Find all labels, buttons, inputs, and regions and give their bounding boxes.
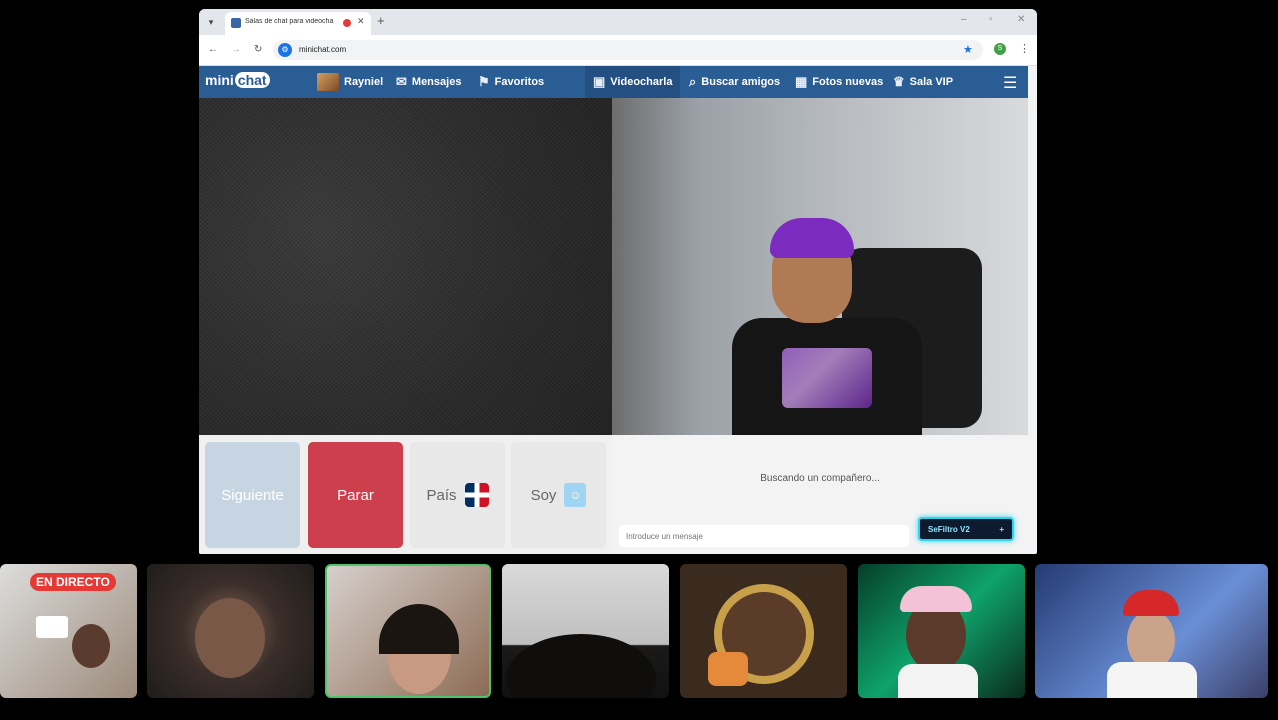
live-badge: EN DIRECTO xyxy=(30,573,116,591)
dominican-flag-icon xyxy=(464,483,489,507)
country-button[interactable]: País xyxy=(410,442,505,548)
site-info-icon[interactable]: ⚙ xyxy=(278,43,292,57)
nav-buscar-amigos[interactable]: ⌕ Buscar amigos xyxy=(689,66,780,98)
stream-thumbnail[interactable] xyxy=(502,564,669,698)
nav-videocharla[interactable]: ▣ Videocharla xyxy=(585,66,681,98)
plus-icon: + xyxy=(999,524,1004,534)
nav-favoritos[interactable]: ⚑ Favoritos xyxy=(478,66,544,98)
stream-thumbnail-selected[interactable] xyxy=(325,564,491,698)
browser-window: ▾ Salas de chat para videocha ✕ + – ▫ ✕ … xyxy=(199,9,1037,554)
new-tab-button[interactable]: + xyxy=(377,13,385,28)
video-chat-icon: ▣ xyxy=(593,74,606,89)
avatar xyxy=(317,73,339,91)
tab-title: Salas de chat para videocha xyxy=(245,18,334,25)
gender-button[interactable]: Soy ☺ xyxy=(511,442,606,548)
browser-tab[interactable]: Salas de chat para videocha ✕ xyxy=(225,12,371,35)
browser-menu-icon[interactable]: ⋮ xyxy=(1019,42,1030,55)
forward-icon[interactable]: → xyxy=(231,44,241,55)
nav-sala-vip[interactable]: ♛ Sala VIP xyxy=(893,66,953,98)
nav-fotos-nuevas[interactable]: ▦ Fotos nuevas xyxy=(795,66,883,98)
close-window-icon[interactable]: ✕ xyxy=(1017,14,1025,25)
next-button[interactable]: Siguiente xyxy=(205,442,300,548)
minichat-logo[interactable]: mini chat xyxy=(205,72,270,88)
back-icon[interactable]: ← xyxy=(208,44,218,55)
crown-icon: ♛ xyxy=(893,74,905,89)
tab-strip: ▾ Salas de chat para videocha ✕ + – ▫ ✕ xyxy=(199,9,1037,35)
bookmark-icon: ⚑ xyxy=(478,74,490,89)
screen-share-icon xyxy=(36,616,68,638)
tab-close-icon[interactable]: ✕ xyxy=(357,16,365,27)
stream-thumbnail[interactable] xyxy=(858,564,1025,698)
address-bar-row: ← → ↻ ⚙ minichat.com ★ S ⋮ xyxy=(199,35,1037,66)
stream-thumbnail[interactable]: EN DIRECTO xyxy=(0,564,137,698)
cat-icon xyxy=(708,652,748,686)
recording-icon xyxy=(343,19,351,27)
hamburger-menu-icon[interactable]: ☰ xyxy=(1003,73,1017,93)
reload-icon[interactable]: ↻ xyxy=(254,44,262,55)
partner-video-feed xyxy=(612,98,1028,435)
nav-profile[interactable]: Rayniel xyxy=(317,66,383,98)
partner-person xyxy=(732,208,932,435)
search-status: Buscando un compañero... xyxy=(760,473,880,484)
minimize-icon[interactable]: – xyxy=(961,14,967,25)
chat-controls: Siguiente Parar País Soy ☺ xyxy=(199,435,612,554)
favicon-icon xyxy=(231,18,241,28)
nav-mensajes[interactable]: ✉ Mensajes xyxy=(396,66,461,98)
grid-icon: ▦ xyxy=(795,74,808,89)
search-icon: ⌕ xyxy=(689,74,697,89)
stream-thumbnail[interactable] xyxy=(147,564,314,698)
maximize-icon[interactable]: ▫ xyxy=(989,14,993,25)
message-input[interactable] xyxy=(619,525,909,547)
local-video-feed xyxy=(199,98,612,435)
filter-button[interactable]: SeFiltro V2 + xyxy=(918,517,1014,541)
bookmark-star-icon[interactable]: ★ xyxy=(963,43,973,56)
profile-avatar[interactable]: S xyxy=(994,43,1006,55)
url-field[interactable]: ⚙ minichat.com xyxy=(273,40,983,60)
stream-thumbnail[interactable] xyxy=(680,564,847,698)
chat-panel: Buscando un compañero... SeFiltro V2 + xyxy=(612,435,1028,554)
envelope-icon: ✉ xyxy=(396,74,407,89)
stream-thumbnail[interactable] xyxy=(1035,564,1268,698)
site-navbar: mini chat Rayniel ✉ Mensajes ⚑ Favoritos … xyxy=(199,66,1028,98)
tab-search-icon[interactable]: ▾ xyxy=(204,15,218,29)
stop-button[interactable]: Parar xyxy=(308,442,403,548)
url-text: minichat.com xyxy=(299,45,347,54)
person-icon: ☺ xyxy=(564,483,587,507)
